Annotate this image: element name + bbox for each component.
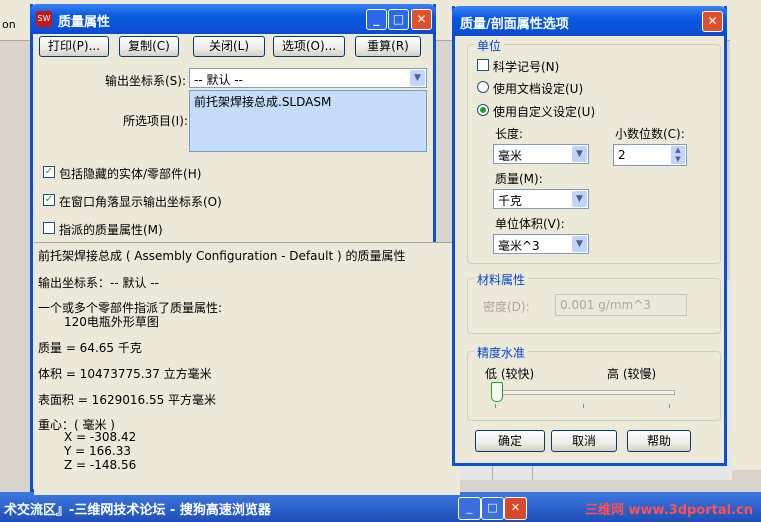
output-coord-label: 输出坐标系(S): — [105, 74, 187, 88]
close-window-button[interactable]: ✕ — [411, 9, 432, 30]
results-text-area[interactable]: 前托架焊接总成 ( Assembly Configuration - Defau… — [34, 242, 460, 495]
decimals-label: 小数位数(C): — [615, 127, 685, 141]
result-mass: 质量 = 64.65 千克 — [38, 341, 142, 355]
material-group-title: 材料属性 — [474, 271, 529, 288]
taskbar-close-button[interactable]: ✕ — [504, 497, 527, 520]
selected-item[interactable]: 前托架焊接总成.SLDASM — [194, 93, 331, 110]
accuracy-low-label: 低 (较快) — [485, 367, 535, 381]
sci-notation-label: 科学记号(N) — [493, 60, 560, 74]
accuracy-slider-thumb[interactable] — [491, 382, 503, 402]
result-cx: X = -308.42 — [64, 430, 137, 444]
background-right-panel — [730, 0, 761, 470]
options-dialog: 质量/剖面属性选项 ✕ 单位 科学记号(N) 使用文档设定(U) 使用自定义设定… — [452, 6, 727, 466]
ok-button[interactable]: 确定 — [475, 430, 545, 452]
mass-properties-titlebar[interactable]: SW 质量属性 _ □ ✕ — [30, 4, 436, 34]
include-hidden-checkbox[interactable]: ✓ — [43, 166, 55, 178]
output-coord-select[interactable]: -- 默认 -- ▼ — [189, 68, 427, 88]
maximize-button[interactable]: □ — [388, 9, 409, 30]
help-button[interactable]: 帮助 — [627, 430, 691, 452]
density-field: 0.001 g/mm^3 — [555, 294, 687, 316]
sci-notation-checkbox[interactable] — [477, 59, 489, 71]
chevron-down-icon[interactable]: ▼ — [572, 146, 587, 162]
spin-down-icon[interactable]: ▼ — [671, 155, 685, 164]
minimize-button[interactable]: _ — [366, 9, 387, 30]
result-volume: 体积 = 10473775.37 立方毫米 — [38, 367, 212, 381]
use-doc-radio[interactable] — [477, 81, 489, 93]
dialog-close-button[interactable]: ✕ — [702, 11, 723, 32]
watermark-text: 三维网 www.3dportal.cn — [584, 503, 753, 518]
taskbar: 术交流区』-三维网技术论坛 - 搜狗高速浏览器 三维网 www.3dportal… — [0, 492, 761, 522]
dialog-title: 质量/剖面属性选项 — [460, 17, 569, 32]
chevron-down-icon[interactable]: ▼ — [410, 70, 425, 86]
mass-select[interactable]: 千克 ▼ — [493, 189, 589, 209]
result-assigned-part: 120电瓶外形草图 — [64, 315, 159, 329]
options-button[interactable]: 选项(O)... — [273, 36, 345, 57]
assigned-mass-checkbox[interactable] — [43, 222, 55, 234]
chevron-down-icon[interactable]: ▼ — [572, 236, 587, 252]
decimals-stepper[interactable]: 2 ▲ ▼ — [613, 144, 687, 166]
selected-items-label: 所选项目(I): — [123, 114, 188, 128]
volume-label: 单位体积(V): — [495, 217, 565, 231]
window-title: 质量属性 — [58, 15, 111, 30]
taskbar-maximize-button[interactable]: □ — [481, 497, 504, 520]
length-select[interactable]: 毫米 ▼ — [493, 144, 589, 164]
taskbar-minimize-button[interactable]: _ — [458, 497, 481, 520]
units-group-title: 单位 — [474, 37, 505, 54]
include-hidden-label: 包括隐藏的实体/零部件(H) — [59, 167, 202, 181]
recalculate-button[interactable]: 重算(R) — [355, 36, 421, 57]
close-button[interactable]: 关闭(L) — [193, 36, 265, 57]
result-coord: 输出坐标系：-- 默认 -- — [38, 276, 159, 290]
chevron-down-icon[interactable]: ▼ — [572, 191, 587, 207]
cancel-button[interactable]: 取消 — [551, 430, 617, 452]
volume-select[interactable]: 毫米^3 ▼ — [493, 234, 589, 254]
accuracy-high-label: 高 (较慢) — [607, 367, 657, 381]
accuracy-group: 精度水准 — [467, 344, 721, 421]
print-button[interactable]: 打印(P)... — [39, 36, 109, 57]
mass-properties-window: SW 质量属性 _ □ ✕ 打印(P)... 复制(C) 关闭(L) 选项(O)… — [30, 4, 460, 495]
density-label: 密度(D): — [483, 300, 530, 314]
mass-label: 质量(M): — [495, 172, 543, 186]
options-titlebar[interactable]: 质量/剖面属性选项 ✕ — [452, 6, 727, 36]
background-menu-fragment: on — [2, 18, 16, 31]
use-custom-radio[interactable] — [477, 104, 489, 116]
copy-button[interactable]: 复制(C) — [119, 36, 179, 57]
result-title: 前托架焊接总成 ( Assembly Configuration - Defau… — [38, 249, 406, 263]
selected-items-list[interactable]: 前托架焊接总成.SLDASM — [189, 90, 427, 152]
spin-up-icon[interactable]: ▲ — [671, 146, 685, 155]
assigned-mass-label: 指派的质量属性(M) — [59, 223, 163, 237]
result-surface-area: 表面积 = 1629016.55 平方毫米 — [38, 393, 217, 407]
use-doc-label: 使用文档设定(U) — [493, 82, 584, 96]
use-custom-label: 使用自定义设定(U) — [493, 105, 596, 119]
length-label: 长度: — [495, 127, 524, 141]
show-coord-label: 在窗口角落显示输出坐标系(O) — [59, 195, 222, 209]
accuracy-group-title: 精度水准 — [474, 344, 529, 361]
solidworks-app-icon: SW — [36, 11, 52, 27]
result-cy: Y = 166.33 — [64, 444, 132, 458]
result-cz: Z = -148.56 — [64, 458, 137, 472]
show-coord-checkbox[interactable]: ✓ — [43, 194, 55, 206]
accuracy-slider-track[interactable] — [491, 390, 675, 395]
taskbar-window-title: 术交流区』-三维网技术论坛 - 搜狗高速浏览器 — [4, 503, 271, 518]
